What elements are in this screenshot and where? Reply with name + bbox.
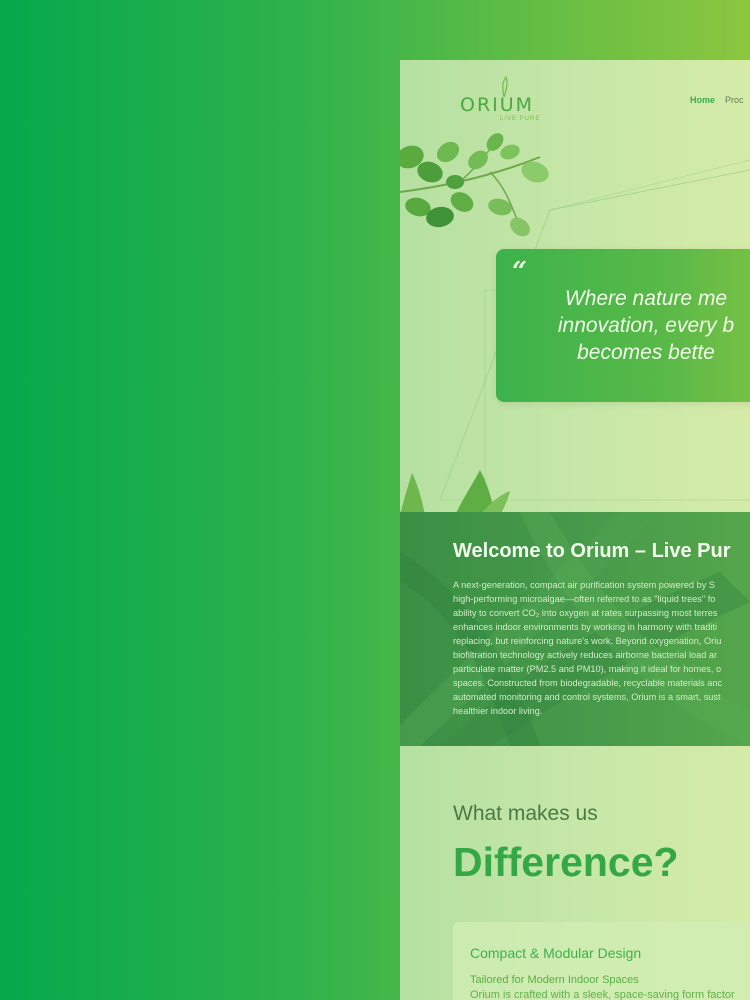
page-frame: ORIUM LIVE PURE Home Proc “ Where nature… — [400, 60, 750, 1000]
main-nav: Home Proc — [690, 95, 744, 105]
welcome-line: ability to convert CO₂ into oxygen at ra… — [453, 608, 718, 618]
feature-title: Compact & Modular Design — [470, 945, 642, 961]
brand-logo[interactable]: ORIUM LIVE PURE — [460, 76, 550, 126]
welcome-title: Welcome to Orium – Live Pur — [453, 540, 731, 562]
quote-mark-icon: “ — [512, 257, 527, 287]
welcome-line: particulate matter (PM2.5 and PM10), mak… — [453, 664, 722, 674]
plant-illustration-bottom — [400, 470, 510, 515]
welcome-line: enhances indoor environments by working … — [453, 622, 718, 632]
feature-subtitle: Tailored for Modern Indoor Spaces — [470, 974, 639, 986]
brand-name: ORIUM — [460, 94, 535, 116]
welcome-section: Welcome to Orium – Live Pur A next-gener… — [400, 512, 750, 746]
quote-text: Where nature me innovation, every b beco… — [557, 287, 735, 364]
welcome-line: high-performing microalgae—often referre… — [453, 594, 716, 604]
welcome-line: healthier indoor living. — [453, 706, 543, 716]
feature-card: Compact & Modular Design Tailored for Mo… — [453, 922, 750, 1000]
quote-card: “ Where nature me innovation, every b be… — [496, 249, 750, 402]
brand-tagline: LIVE PURE — [500, 116, 541, 122]
plant-illustration-top — [400, 133, 549, 237]
welcome-line: automated monitoring and control systems… — [453, 692, 721, 702]
welcome-line: spaces. Constructed from biodegradable, … — [453, 678, 723, 688]
feature-description: Orium is crafted with a sleek, space-sav… — [470, 989, 735, 1000]
welcome-line: biofiltration technology actively reduce… — [453, 650, 718, 660]
nav-item-home[interactable]: Home — [690, 95, 715, 105]
welcome-line: A next-generation, compact air purificat… — [453, 580, 715, 590]
nav-item-products[interactable]: Proc — [725, 95, 744, 105]
welcome-line: replacing, but reinforcing nature's work… — [453, 636, 722, 646]
difference-title: Difference? — [453, 839, 679, 885]
difference-subtitle: What makes us — [453, 802, 598, 825]
welcome-description: A next-generation, compact air purificat… — [453, 578, 750, 718]
